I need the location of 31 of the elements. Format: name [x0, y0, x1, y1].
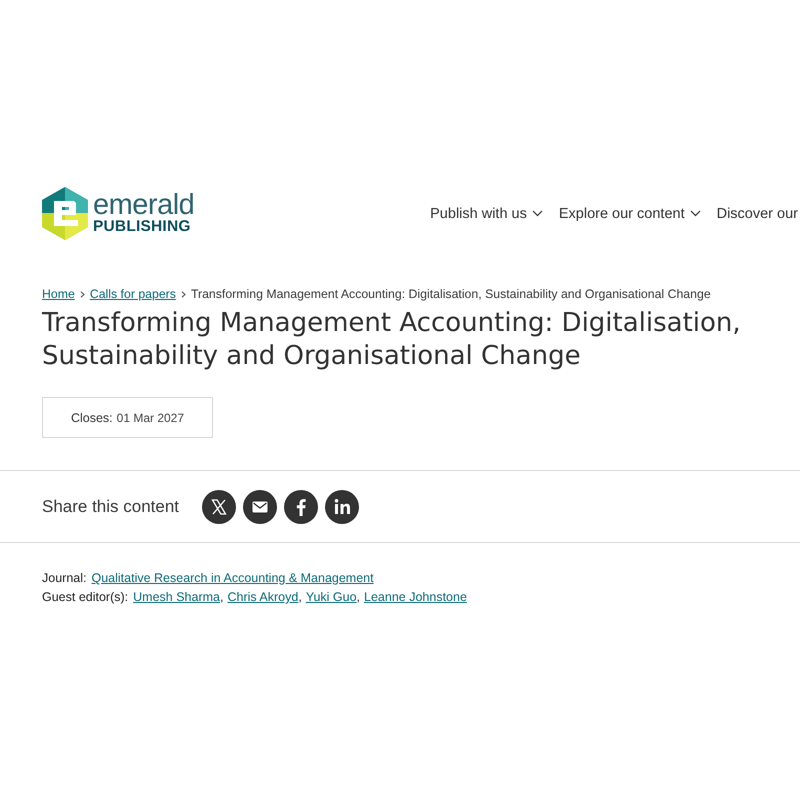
detail-label: Journal: — [42, 570, 86, 587]
x-logo-icon[interactable] — [202, 490, 236, 524]
nav-menu-item[interactable]: Explore our content — [558, 206, 701, 222]
page-title: Transforming Management Accounting: Digitalisation, Sustainability and Organisational Change — [42, 307, 742, 373]
detail-link[interactable]: Chris Akroyd — [227, 588, 298, 607]
chevron-right-icon — [180, 290, 186, 298]
nav-menu-item[interactable]: Publish with us — [430, 206, 543, 222]
breadcrumb-link[interactable]: Calls for papers — [90, 287, 176, 301]
detail-link[interactable]: Leanne Johnstone — [364, 588, 467, 607]
list-separator: , — [220, 589, 224, 606]
detail-link[interactable]: Yuki Guo — [306, 588, 357, 607]
list-separator: , — [356, 589, 360, 606]
breadcrumb-link[interactable]: Home — [42, 287, 75, 301]
chevron-down-icon — [690, 210, 701, 217]
detail-link[interactable]: Qualitative Research in Accounting & Management — [91, 569, 374, 588]
breadcrumb-current: Transforming Management Accounting: Digitalisation, Sustainability and Organisational Change — [190, 287, 711, 301]
facebook-logo-icon[interactable] — [284, 490, 318, 524]
logo-hexagon-icon — [42, 187, 88, 240]
closing-date-value: 01 Mar 2027 — [116, 410, 184, 424]
email-icon[interactable] — [243, 490, 278, 524]
list-separator: , — [298, 589, 302, 606]
closing-date-label: Closes: — [70, 410, 113, 424]
logo-wordmark: emerald — [93, 192, 194, 218]
detail-label: Guest editor(s): — [42, 589, 128, 606]
nav-menu-item[interactable]: Discover our — [716, 206, 798, 222]
chevron-right-icon — [80, 290, 85, 298]
logo-subtitle: PUBLISHING — [93, 218, 192, 234]
detail-link[interactable]: Umesh Sharma — [133, 588, 220, 607]
linkedin-logo-icon[interactable] — [325, 490, 360, 524]
chevron-down-icon — [532, 210, 543, 217]
share-label: Share this content — [42, 496, 180, 516]
